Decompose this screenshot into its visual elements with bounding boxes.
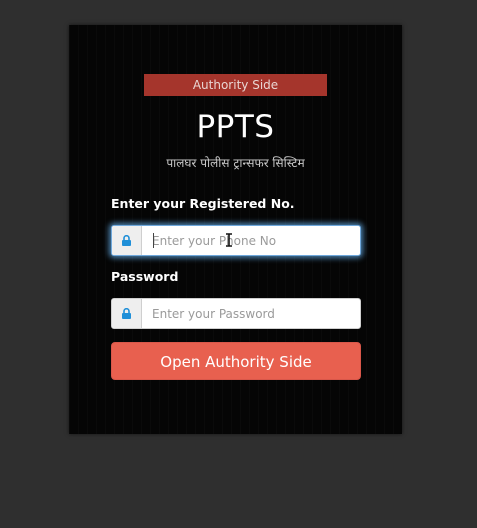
password-input[interactable]: [142, 299, 360, 328]
text-caret: [153, 233, 154, 248]
lock-icon: [112, 299, 142, 328]
lock-icon: [112, 226, 142, 255]
password-label: Password: [111, 269, 179, 284]
app-title: PPTS: [196, 109, 275, 145]
login-card: Authority Side PPTS पालघर पोलीस ट्रान्सफ…: [69, 25, 402, 434]
phone-field-group: [111, 225, 361, 256]
registered-no-label: Enter your Registered No.: [111, 196, 295, 211]
phone-input[interactable]: [142, 226, 360, 255]
app-subtitle: पालघर पोलीस ट्रान्सफर सिस्टिम: [166, 156, 305, 170]
text-cursor-icon: [225, 232, 233, 251]
open-authority-side-button[interactable]: Open Authority Side: [111, 342, 361, 380]
password-field-group: [111, 298, 361, 329]
authority-side-badge: Authority Side: [144, 74, 327, 96]
